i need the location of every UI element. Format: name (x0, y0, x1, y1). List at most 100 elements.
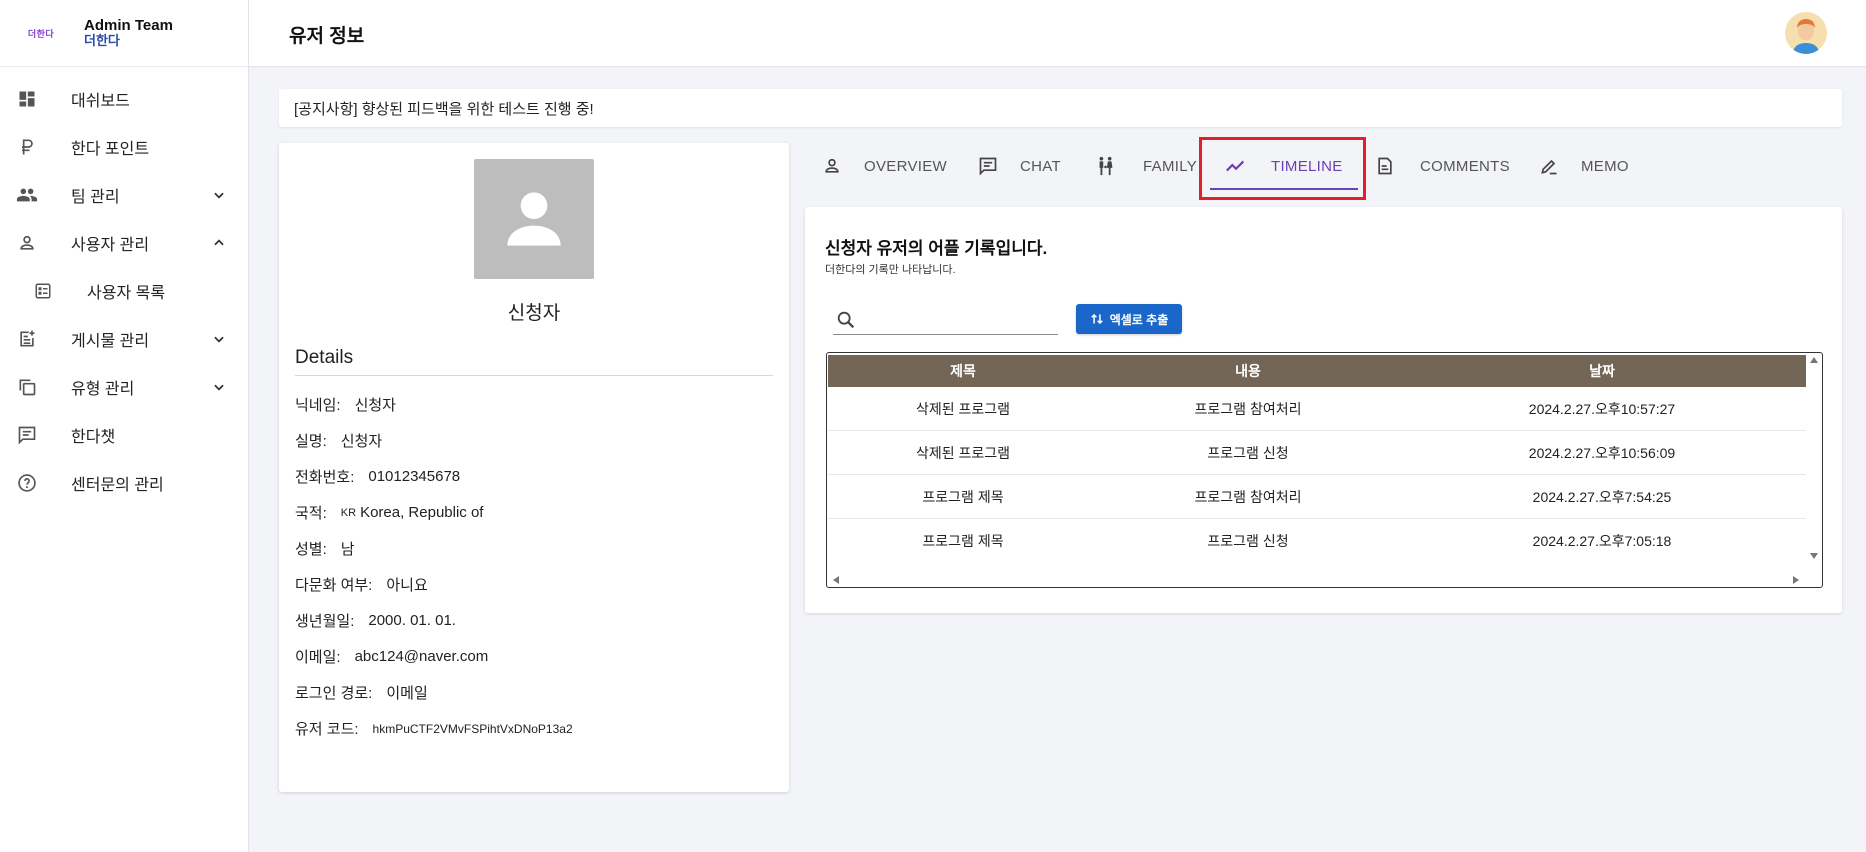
cell-content: 프로그램 참여처리 (1194, 488, 1302, 505)
search-field[interactable] (833, 305, 1058, 335)
family-icon (1095, 155, 1117, 177)
export-excel-button[interactable]: 엑셀로 추출 (1076, 304, 1182, 334)
chat-icon (16, 424, 38, 446)
tab-chat[interactable]: CHAT (977, 143, 1061, 189)
chat-icon (977, 155, 999, 177)
cell-date: 2024.2.27.오후7:05:18 (1532, 533, 1672, 549)
copy-icon (16, 376, 38, 398)
cell-date: 2024.2.27.오후10:56:09 (1528, 444, 1676, 461)
detail-value: 남 (340, 541, 355, 558)
column-header-date[interactable]: 날짜 (1398, 355, 1806, 387)
detail-value: abc124@naver.com (354, 648, 489, 665)
sidebar-item-user-list[interactable]: 사용자 목록 (0, 267, 248, 315)
cell-title: 삭제된 프로그램 (915, 400, 1011, 417)
cell-content: 프로그램 참여처리 (1194, 400, 1302, 417)
tab-memo[interactable]: MEMO (1538, 143, 1629, 189)
panel-title: 신청자 유저의 어플 기록입니다. (825, 239, 1048, 258)
table-row[interactable]: 삭제된 프로그램 프로그램 신청 2024.2.27.오후10:56:09 (828, 431, 1806, 475)
sidebar-item-points[interactable]: 한다 포인트 (0, 123, 248, 171)
cell-title: 프로그램 제목 (922, 533, 1004, 549)
brand-logo: 더한다 (27, 28, 55, 39)
detail-gender: 성별: 남 (295, 538, 355, 559)
brand-subtitle: 더한다 (84, 33, 120, 48)
table-row[interactable]: 프로그램 제목 프로그램 참여처리 2024.2.27.오후7:54:25 (828, 475, 1806, 519)
sidebar-item-label: 사용자 목록 (87, 285, 166, 302)
detail-label: 생년월일: (295, 613, 355, 630)
detail-value: 2000. 01. 01. (368, 612, 456, 629)
detail-value: 신청자 (354, 397, 396, 414)
tab-comments[interactable]: COMMENTS (1374, 143, 1510, 189)
sidebar-item-dashboard[interactable]: 대쉬보드 (0, 75, 248, 123)
detail-label: 전화번호: (295, 469, 355, 486)
detail-value: 01012345678 (368, 468, 461, 485)
chevron-up-icon[interactable] (210, 234, 228, 252)
search-input[interactable] (863, 309, 1053, 331)
avatar[interactable] (1785, 12, 1827, 54)
list-icon (32, 280, 54, 302)
sidebar-item-inquiry[interactable]: 센터문의 관리 (0, 459, 248, 507)
person-icon (821, 155, 843, 177)
sidebar-item-label: 사용자 관리 (71, 237, 150, 254)
tab-label: CHAT (1020, 157, 1061, 175)
profile-photo (474, 159, 594, 279)
detail-value: 아니요 (386, 577, 428, 594)
vertical-scrollbar[interactable] (1806, 353, 1822, 573)
tab-overview[interactable]: OVERVIEW (821, 143, 947, 189)
detail-label: 로그인 경로: (295, 685, 373, 702)
detail-value: 신청자 (340, 433, 383, 450)
chevron-down-icon[interactable] (210, 330, 228, 348)
column-header-content[interactable]: 내용 (1098, 355, 1398, 387)
help-icon (16, 472, 38, 494)
cell-title: 프로그램 제목 (922, 488, 1004, 505)
cell-title: 삭제된 프로그램 (915, 444, 1011, 461)
detail-label: 성별: (295, 541, 327, 558)
highlight-box (1199, 137, 1366, 200)
cell-content: 프로그램 신청 (1207, 533, 1289, 549)
detail-value: hkmPuCTF2VMvFSPihtVxDNoP13a2 (372, 721, 573, 736)
edit-icon (1538, 155, 1560, 177)
sidebar-item-label: 유형 관리 (71, 381, 135, 398)
table-row[interactable]: 프로그램 제목 프로그램 신청 2024.2.27.오후7:05:18 (828, 519, 1806, 563)
sidebar-item-label: 한다챗 (71, 429, 116, 446)
tab-label: FAMILY (1143, 157, 1198, 175)
table-row[interactable]: 삭제된 프로그램 프로그램 참여처리 2024.2.27.오후10:57:27 (828, 387, 1806, 431)
timeline-table: 제목 내용 날짜 삭제된 프로그램 프로그램 참여처리 2024.2.27.오후… (826, 352, 1823, 588)
sidebar-item-types[interactable]: 유형 관리 (0, 363, 248, 411)
timeline-panel: 신청자 유저의 어플 기록입니다. 더한다의 기록만 나타납니다. 엑셀로 추출… (805, 207, 1842, 613)
notice-banner: [공지사항] 향상된 피드백을 위한 테스트 진행 중! (279, 89, 1842, 127)
detail-label: 닉네임: (295, 397, 341, 414)
person-placeholder-icon (507, 192, 561, 246)
sidebar-item-team[interactable]: 팀 관리 (0, 171, 248, 219)
profile-name: 신청자 (507, 303, 561, 324)
tab-label: COMMENTS (1420, 157, 1510, 175)
sidebar: 더한다 Admin Team 더한다 대쉬보드 한다 포인트 팀 관리 사용자 … (0, 0, 249, 852)
detail-phone: 전화번호: 01012345678 (295, 466, 460, 487)
group-icon (16, 184, 38, 206)
panel-subtitle: 더한다의 기록만 나타납니다. (825, 264, 956, 276)
detail-login-method: 로그인 경로: 이메일 (295, 682, 428, 703)
details-title: Details (295, 347, 354, 368)
sidebar-item-users[interactable]: 사용자 관리 (0, 219, 248, 267)
sidebar-item-chat[interactable]: 한다챗 (0, 411, 248, 459)
detail-value: Korea, Republic of (360, 504, 484, 521)
cell-content: 프로그램 신청 (1207, 444, 1289, 461)
detail-birthdate: 생년월일: 2000. 01. 01. (295, 610, 456, 631)
dashboard-icon (16, 88, 38, 110)
brand[interactable]: 더한다 Admin Team 더한다 (0, 0, 248, 67)
tab-family[interactable]: FAMILY (1095, 143, 1197, 189)
top-header: 유저 정보 (249, 0, 1866, 67)
detail-label: 이메일: (295, 649, 341, 666)
detail-nationality: 국적: KR Korea, Republic of (295, 502, 483, 523)
horizontal-scrollbar[interactable] (827, 573, 1822, 587)
sidebar-item-posts[interactable]: 게시물 관리 (0, 315, 248, 363)
table-header: 제목 내용 날짜 (828, 355, 1806, 387)
detail-multicultural: 다문화 여부: 아니요 (295, 574, 428, 595)
flag-code: KR (340, 506, 357, 519)
chevron-down-icon[interactable] (210, 186, 228, 204)
sidebar-nav: 대쉬보드 한다 포인트 팀 관리 사용자 관리 사용자 목록 게시물 관리 유형… (0, 67, 248, 507)
column-header-title[interactable]: 제목 (828, 355, 1098, 387)
chevron-down-icon[interactable] (210, 378, 228, 396)
sidebar-item-label: 게시물 관리 (71, 333, 150, 350)
export-label: 엑셀로 추출 (1109, 312, 1169, 327)
detail-value: 이메일 (386, 685, 428, 702)
